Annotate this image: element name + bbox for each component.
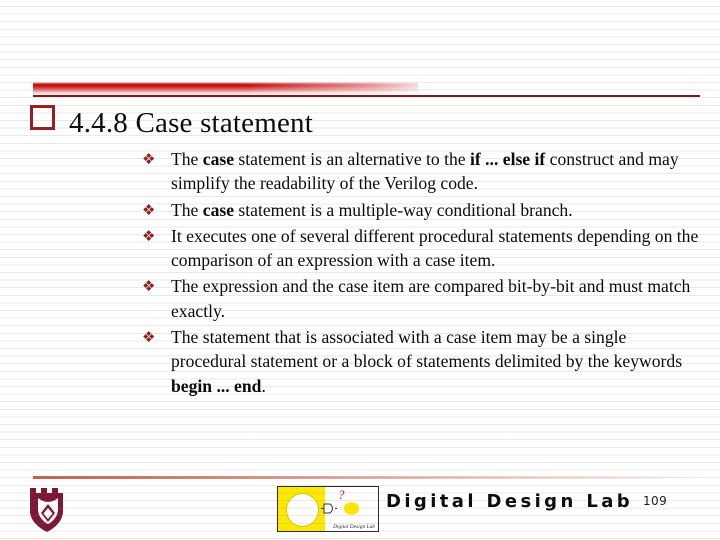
list-item: ❖ The case statement is an alternative t… — [141, 147, 701, 196]
footer-divider-line — [33, 476, 700, 479]
page-number: 109 — [643, 494, 668, 508]
diamond-bullet-icon: ❖ — [142, 328, 156, 347]
list-item-text: The expression and the case item are com… — [171, 276, 691, 321]
logo-yellow-dot — [344, 502, 359, 515]
digital-design-lab-logo-icon: ? Digital Design Lab — [277, 486, 379, 532]
list-item-text: The case statement is an alternative to … — [171, 149, 679, 194]
university-shield-crest-icon — [30, 488, 63, 532]
header-divider-line — [33, 95, 700, 97]
slide-canvas: 4.4.8 Case statement ❖ The case statemen… — [0, 0, 720, 540]
hollow-square-bullet-icon — [30, 105, 55, 130]
logo-gate-shape-icon — [321, 503, 337, 514]
diamond-bullet-icon: ❖ — [142, 277, 156, 296]
logo-question-mark: ? — [338, 487, 345, 502]
bullet-list: ❖ The case statement is an alternative t… — [141, 147, 701, 400]
header-accent-bar-fade — [33, 82, 418, 95]
lab-title: Digital Design Lab — [386, 491, 634, 512]
list-item-text: The case statement is a multiple-way con… — [171, 199, 573, 220]
diamond-bullet-icon: ❖ — [142, 150, 156, 168]
list-item: ❖ The case statement is a multiple-way c… — [141, 198, 701, 222]
logo-white-ellipse — [286, 493, 319, 527]
list-item-text: The statement that is associated with a … — [171, 327, 683, 396]
diamond-bullet-icon: ❖ — [142, 226, 156, 245]
list-item: ❖ The statement that is associated with … — [141, 325, 701, 398]
diamond-bullet-icon: ❖ — [142, 200, 156, 219]
list-item: ❖ It executes one of several different p… — [141, 224, 701, 273]
page-title: 4.4.8 Case statement — [69, 107, 314, 139]
list-item-text: It executes one of several different pro… — [171, 225, 699, 271]
list-item: ❖ The expression and the case item are c… — [141, 274, 701, 323]
slide-title-row: 4.4.8 Case statement — [30, 105, 690, 140]
logo-caption: Digital Design Lab — [333, 524, 375, 530]
